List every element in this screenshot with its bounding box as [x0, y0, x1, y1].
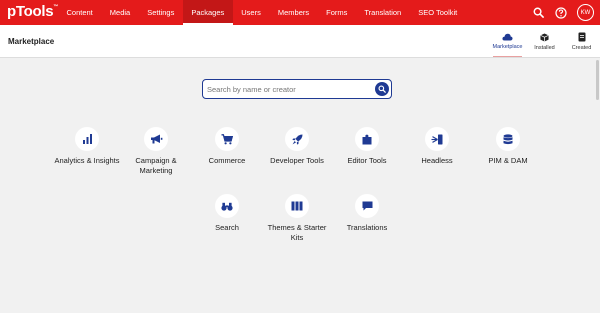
bar-chart-icon: [82, 134, 92, 144]
page-header: Marketplace Marketplace Installed Create…: [0, 25, 600, 58]
category-icon-wrap: [75, 127, 99, 151]
tab-installed[interactable]: Installed: [526, 25, 563, 58]
category-icon-wrap: [425, 127, 449, 151]
category-label: Search: [215, 223, 239, 232]
tab-created[interactable]: Created: [563, 25, 600, 58]
books-icon: [291, 201, 303, 211]
nav-item-users[interactable]: Users: [233, 0, 270, 25]
category-themes-starter-kits[interactable]: Themes & Starter Kits: [262, 194, 332, 242]
tab-label: Installed: [534, 44, 555, 51]
nav-item-translation[interactable]: Translation: [356, 0, 410, 25]
nav-item-forms[interactable]: Forms: [318, 0, 356, 25]
nav-item-media[interactable]: Media: [101, 0, 138, 25]
search-icon: [378, 84, 386, 93]
puzzle-icon: [362, 134, 372, 144]
nav-item-settings[interactable]: Settings: [139, 0, 183, 25]
top-navigation-bar: pTools™ Content Media Settings Packages …: [0, 0, 600, 25]
category-label: Analytics & Insights: [54, 156, 120, 165]
search-button[interactable]: [375, 81, 389, 96]
category-label: Translations: [346, 223, 388, 232]
category-editor-tools[interactable]: Editor Tools: [332, 127, 402, 166]
file-icon: [578, 32, 585, 42]
category-label: Developer Tools: [270, 156, 324, 165]
package-search: [202, 79, 392, 99]
tab-label: Marketplace: [492, 44, 523, 50]
category-label: PIM & DAM: [488, 156, 528, 165]
tab-label: Created: [571, 45, 592, 51]
category-label: Headless: [421, 156, 453, 165]
cloud-icon: [502, 33, 513, 41]
category-icon-wrap: [215, 127, 239, 151]
category-label: Themes & Starter Kits: [267, 223, 327, 242]
box-icon: [540, 32, 549, 42]
view-tabs: Marketplace Installed Created: [489, 25, 600, 58]
page-title: Marketplace: [8, 37, 55, 46]
category-campaign-marketing[interactable]: Campaign & Marketing: [121, 127, 191, 175]
category-label: Campaign & Marketing: [135, 156, 177, 175]
scrollbar[interactable]: [596, 60, 599, 100]
avatar[interactable]: KW: [577, 4, 594, 21]
nav-item-members[interactable]: Members: [269, 0, 317, 25]
help-icon[interactable]: [554, 6, 568, 20]
category-analytics-insights[interactable]: Analytics & Insights: [52, 127, 122, 166]
chat-icon: [362, 201, 372, 211]
category-pim-dam[interactable]: PIM & DAM: [473, 127, 543, 166]
logo[interactable]: pTools™: [7, 3, 58, 20]
category-search[interactable]: Search: [192, 194, 262, 233]
category-label: Editor Tools: [347, 156, 387, 165]
category-headless[interactable]: Headless: [402, 127, 472, 166]
category-icon-wrap: [355, 127, 379, 151]
headless-icon: [431, 134, 443, 144]
megaphone-icon: [150, 134, 162, 144]
main-nav: Content Media Settings Packages Users Me…: [58, 0, 466, 25]
search-input[interactable]: [207, 82, 372, 96]
nav-item-content[interactable]: Content: [58, 0, 101, 25]
category-icon-wrap: [285, 127, 309, 151]
category-icon-wrap: [285, 194, 309, 218]
category-icon-wrap: [496, 127, 520, 151]
cart-icon: [221, 133, 233, 144]
category-developer-tools[interactable]: Developer Tools: [262, 127, 332, 166]
category-icon-wrap: [355, 194, 379, 218]
tab-marketplace[interactable]: Marketplace: [489, 25, 526, 58]
category-label: Commerce: [208, 156, 246, 165]
binoculars-icon: [221, 202, 233, 211]
rocket-icon: [292, 134, 302, 144]
category-icon-wrap: [215, 194, 239, 218]
category-icon-wrap: [144, 127, 168, 151]
category-commerce[interactable]: Commerce: [192, 127, 262, 166]
search-icon[interactable]: [531, 6, 545, 20]
database-icon: [503, 133, 513, 144]
nav-item-seo-toolkit[interactable]: SEO Toolkit: [410, 0, 466, 25]
category-translations[interactable]: Translations: [332, 194, 402, 233]
top-right-actions: KW: [531, 0, 594, 25]
nav-item-packages[interactable]: Packages: [182, 0, 233, 25]
